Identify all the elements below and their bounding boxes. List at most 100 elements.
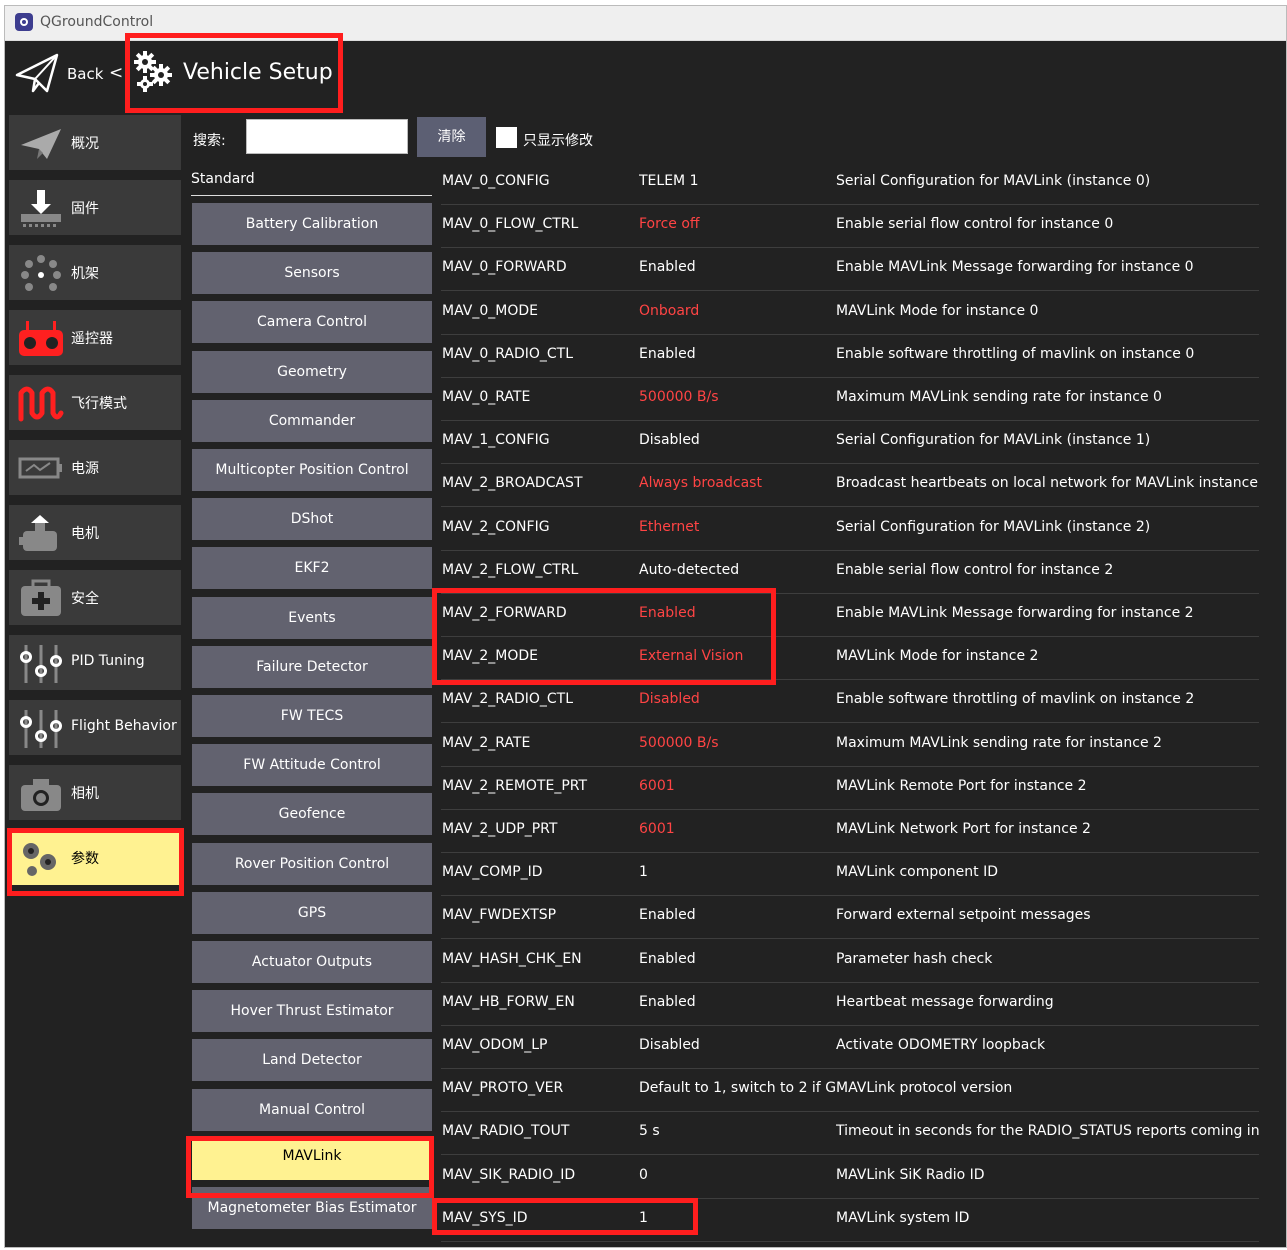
table-row[interactable]: MAV_0_RATE 500000 B/s Maximum MAVLink send… [441,377,1259,421]
group-button-13[interactable]: Geofence [192,793,432,836]
sidebar-item-6[interactable]: 电源 [9,440,181,495]
param-name: MAV_COMP_ID [442,864,543,881]
group-button-9[interactable]: Events [192,596,432,639]
search-input[interactable] [246,119,408,154]
sidebar-item-9[interactable]: PID Tuning [9,635,181,690]
group-button-11[interactable]: FW TECS [192,695,432,737]
table-row[interactable]: MAV_0_RADIO_CTL Enabled Enable software th… [441,334,1259,378]
sidebar-item-5[interactable]: 飞行模式 [9,375,181,430]
table-row[interactable]: MAV_2_REMOTE_PRT 6001 MAVLink Remote Port … [441,766,1259,810]
group-button-3[interactable]: Camera Control [192,301,432,344]
param-description: Enable software throttling of mavlink on… [836,691,1195,708]
table-row[interactable]: MAV_HASH_CHK_EN Enabled Parameter hash che… [441,939,1259,983]
table-row[interactable]: MAV_HB_FORW_EN Enabled Heartbeat message f… [441,982,1259,1026]
table-row[interactable]: MAV_ODOM_LP Disabled Activate ODOMETRY loo… [441,1025,1259,1069]
param-value: 6001 [639,821,675,837]
sidebar-item-label: 遥控器 [71,331,113,347]
sidebar-item-11[interactable]: 相机 [9,765,181,820]
sidebar-item-1[interactable]: 概况 [9,115,181,170]
table-row[interactable]: MAV_2_MODE External Vision MAVLink Mode fo… [441,636,1259,681]
sidebar-item-3[interactable]: 机架 [9,245,181,300]
param-value: Disabled [639,691,700,708]
safety-firstaid-icon [21,579,61,616]
param-value: Ethernet [639,518,700,535]
param-value: 500000 B/s [639,389,719,405]
table-row[interactable]: MAV_0_FORWARD Enabled Enable MAVLink Messa… [441,247,1259,292]
param-description: Serial Configuration for MAVLink (instan… [836,173,1151,189]
sidebar-item-10[interactable]: Flight Behavior [9,700,181,755]
table-row[interactable]: MAV_SIK_RADIO_ID 0 MAVLink SiK Radio ID [441,1155,1259,1199]
table-row[interactable]: MAV_0_FLOW_CTRL Force off Enable serial fl… [441,204,1259,249]
param-value: Enabled [639,907,696,924]
table-row[interactable]: MAV_0_MODE Onboard MAVLink Mode for instan… [441,291,1259,335]
table-row[interactable]: MAV_2_UDP_PRT 6001 MAVLink Network Port fo… [441,809,1259,853]
param-value: Disabled [639,432,700,449]
show-modified-checkbox[interactable] [496,127,517,148]
chevron-left-icon: < [109,63,124,83]
param-name: MAV_2_FORWARD [442,605,567,621]
sidebar-item-12[interactable]: 参数 [9,830,181,885]
table-row[interactable]: MAV_0_CONFIG TELEM 1 Serial Configuration … [441,161,1259,205]
table-row[interactable]: MAV_2_FORWARD Enabled Enable MAVLink Messa… [441,593,1259,637]
table-row[interactable]: MAV_PROTO_VER Default to 1, switch to 2 i… [441,1068,1259,1113]
param-description: Enable software throttling of mavlink on… [836,345,1195,362]
param-description: MAVLink protocol version [836,1080,1013,1097]
back-button[interactable]: Back [67,65,103,83]
sidebar-item-label: 机架 [71,266,99,282]
group-button-7[interactable]: DShot [192,498,432,541]
param-description: Enable serial flow control for instance … [836,561,1114,578]
sidebar-item-8[interactable]: 安全 [9,570,181,625]
group-button-21[interactable]: Magnetometer Bias Estimator [192,1187,432,1229]
group-button-15[interactable]: GPS [192,891,432,934]
table-row[interactable]: MAV_RADIO_TOUT 5 s Timeout in seconds for … [441,1111,1259,1156]
table-row[interactable]: MAV_COMP_ID 1 MAVLink component ID [441,852,1259,897]
group-button-14[interactable]: Rover Position Control [192,842,432,885]
param-description: Broadcast heartbeats on local network fo… [836,475,1259,492]
sidebar-item-2[interactable]: 固件 [9,180,181,235]
sidebar-item-label: 概况 [71,136,99,152]
group-button-16[interactable]: Actuator Outputs [192,941,432,983]
table-row[interactable]: MAV_1_CONFIG Disabled Serial Configuration… [441,420,1259,465]
param-description: Parameter hash check [836,950,993,967]
table-row[interactable]: MAV_2_CONFIG Ethernet Serial Configuration… [441,507,1259,551]
firmware-download-icon [21,190,61,227]
param-name: MAV_2_FLOW_CTRL [442,561,579,578]
param-value: Force off [639,216,700,233]
group-button-8[interactable]: EKF2 [192,547,432,590]
group-button-5[interactable]: Commander [192,399,432,442]
group-button-4[interactable]: Geometry [192,350,432,393]
group-button-12[interactable]: FW Attitude Control [192,744,432,787]
param-description: MAVLink Mode for instance 2 [836,648,1039,665]
param-name: MAV_SIK_RADIO_ID [442,1166,576,1183]
table-row[interactable]: MAV_2_FLOW_CTRL Auto-detected Enable seria… [441,550,1259,594]
clear-button[interactable]: 清除 [417,117,486,157]
param-description: Enable MAVLink Message forwarding for in… [836,605,1194,621]
group-button-6[interactable]: Multicopter Position Control [192,449,432,491]
param-value: Enabled [639,950,696,967]
param-name: MAV_HB_FORW_EN [442,993,575,1010]
param-value: 1 [639,1209,648,1226]
param-name: MAV_0_RADIO_CTL [442,345,574,362]
table-row[interactable]: MAV_SYS_ID 1 MAVLink system ID [441,1198,1259,1242]
sidebar-item-7[interactable]: 电机 [9,505,181,560]
table-row[interactable]: MAV_FWDEXTSP Enabled Forward external setp… [441,895,1259,940]
sidebar-item-label: 相机 [71,786,99,802]
tuning-sliders-icon [20,645,62,683]
group-button-19[interactable]: Manual Control [192,1088,432,1131]
group-button-2[interactable]: Sensors [192,252,432,295]
table-row[interactable]: MAV_2_RATE 500000 B/s Maximum MAVLink send… [441,723,1259,767]
param-name: MAV_RADIO_TOUT [442,1123,570,1140]
param-description: Enable serial flow control for instance … [836,216,1114,233]
back-plane-icon[interactable] [13,49,61,97]
group-button-1[interactable]: Battery Calibration [192,203,432,245]
table-row[interactable]: MAV_2_RADIO_CTL Disabled Enable software t… [441,679,1259,724]
group-button-20[interactable]: MAVLink [192,1137,432,1180]
sidebar-item-label: 安全 [71,591,99,607]
table-row[interactable]: MAV_2_BROADCAST Always broadcast Broadcast… [441,463,1259,508]
group-button-10[interactable]: Failure Detector [192,645,432,688]
sidebar-item-label: 参数 [71,851,99,867]
param-description: Enable MAVLink Message forwarding for in… [836,259,1194,276]
sidebar-item-4[interactable]: 遥控器 [9,310,181,365]
group-button-17[interactable]: Hover Thrust Estimator [192,990,432,1033]
group-button-18[interactable]: Land Detector [192,1039,432,1082]
